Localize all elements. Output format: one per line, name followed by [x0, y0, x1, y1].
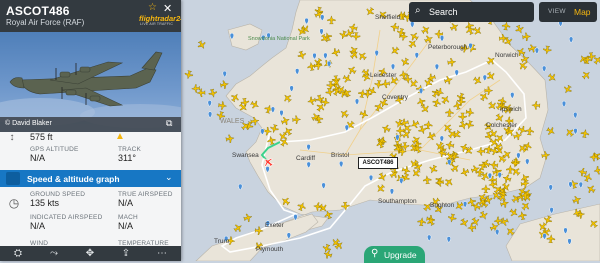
upgrade-label: Upgrade	[384, 250, 417, 260]
track-label: TRACK	[118, 146, 142, 153]
mach-label: MACH	[118, 214, 138, 221]
indicated-airspeed-label: INDICATED AIRSPEED	[30, 214, 103, 221]
gps-altitude-label: GPS ALTITUDE	[30, 146, 79, 153]
map-place-label: WALES	[220, 118, 245, 125]
map-place-label: Plymouth	[256, 246, 284, 253]
view-switch[interactable]: VIEW Map	[539, 2, 597, 22]
ground-speed-value: 135 kts	[30, 198, 60, 208]
map-place-label: Sheffield	[375, 14, 401, 21]
favorite-star-icon[interactable]: ☆	[148, 2, 157, 13]
external-link-icon[interactable]: ⧉	[166, 118, 172, 129]
map-place-label: Truro	[214, 238, 230, 245]
track-heading-icon: ▲	[115, 131, 125, 142]
panel-header: ASCOT486 Royal Air Force (RAF) ☆ ✕ fligh…	[0, 0, 181, 32]
chart-icon	[6, 172, 20, 185]
map-place-label: Exeter	[265, 222, 284, 229]
search-icon: ⌕	[415, 5, 421, 16]
flight-detail-panel: ASCOT486 Royal Air Force (RAF) ☆ ✕ fligh…	[0, 0, 181, 261]
map-place-label: Peterborough	[428, 44, 468, 51]
flight-callsign: ASCOT486	[6, 4, 70, 18]
panel-bottom-toolbar: ⛭ ⤳ ✥ ⇪ ⋯	[0, 246, 181, 261]
brand-logo-sub: LIVE AIR TRAFFIC	[140, 22, 174, 26]
search-button[interactable]: ⌕ Search	[409, 2, 534, 22]
follow-aircraft-icon[interactable]: ✥	[72, 246, 108, 261]
upgrade-button[interactable]: ⚲ Upgrade	[364, 246, 425, 263]
true-airspeed-label: TRUE AIRSPEED	[118, 191, 173, 198]
view-label: VIEW	[548, 8, 566, 15]
gps-altitude-value: N/A	[30, 153, 46, 163]
cockpit-view-icon[interactable]: ⛭	[0, 246, 36, 261]
flight-operator: Royal Air Force (RAF)	[6, 18, 85, 27]
upgrade-badge-icon: ⚲	[371, 248, 379, 259]
map-place-label: Norwich	[495, 52, 519, 59]
search-label: Search	[429, 7, 458, 17]
indicated-airspeed-value: N/A	[30, 221, 46, 231]
flight-data-section: ↕ 575 ft ▲ GPS ALTITUDE N/A TRACK 311° S…	[0, 131, 181, 261]
share-icon[interactable]: ⇪	[108, 246, 144, 261]
photo-credit: © David Blaker	[5, 120, 52, 127]
map-place-label: Coventry	[382, 94, 409, 101]
chevron-down-icon: ⌄	[165, 172, 173, 182]
altitude-value: 575 ft	[30, 132, 53, 142]
map-place-label: Swansea	[232, 152, 259, 159]
ground-speed-label: GROUND SPEED	[30, 191, 86, 198]
route-icon[interactable]: ⤳	[36, 246, 72, 261]
mach-value: N/A	[118, 221, 134, 231]
map-place-label: Snowdonia National Park	[248, 36, 310, 42]
true-airspeed-value: N/A	[118, 198, 134, 208]
map-place-label: Ipswich	[500, 106, 522, 113]
speed-gauge-icon: ◷	[8, 196, 20, 210]
selected-flight-label[interactable]: ASCOT486	[358, 157, 398, 169]
speed-section-title: Speed & altitude graph	[27, 174, 120, 184]
photo-credit-bar: © David Blaker ⧉	[0, 117, 181, 132]
track-value: 311°	[118, 153, 136, 163]
map-place-label: Colchester	[486, 122, 518, 129]
speed-altitude-graph-toggle[interactable]: Speed & altitude graph ⌄	[0, 170, 181, 187]
map-place-label: Southampton	[378, 198, 417, 205]
map-place-label: Brighton	[430, 202, 455, 209]
map-place-label: Bristol	[331, 152, 350, 159]
map-place-label: Leicester	[370, 72, 397, 79]
altitude-icon: ↕	[9, 132, 15, 143]
view-mode-value: Map	[574, 7, 591, 17]
more-options-icon[interactable]: ⋯	[144, 246, 180, 261]
map-place-label: Cardiff	[296, 155, 316, 162]
